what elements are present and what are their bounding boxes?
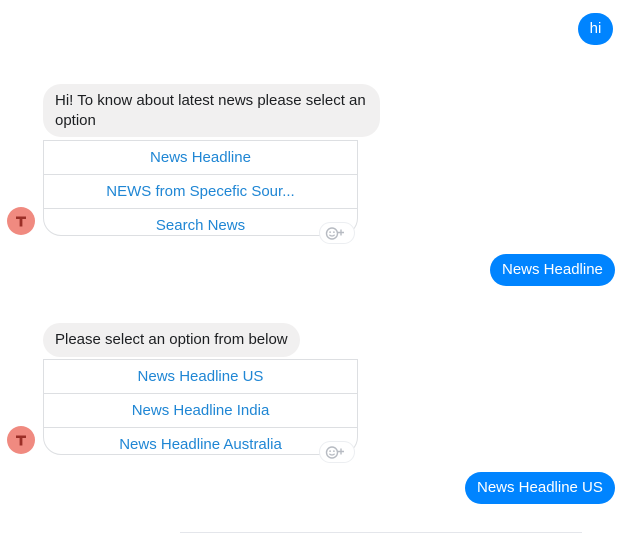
bot-avatar[interactable]	[7, 426, 35, 454]
bot-avatar-letter-icon	[16, 216, 26, 227]
user-message-news-headline: News Headline	[490, 254, 615, 286]
smiley-plus-icon	[325, 446, 344, 459]
option-news-headline-us[interactable]: News Headline US	[44, 360, 357, 394]
smiley-plus-icon	[325, 227, 344, 240]
bot-avatar-letter-icon	[16, 435, 26, 446]
option-search-news[interactable]: Search News	[44, 209, 357, 235]
option-news-from-specific-source[interactable]: NEWS from Specefic Sour...	[44, 175, 357, 209]
user-message-news-headline-us: News Headline US	[465, 472, 615, 504]
quick-replies-headlines: News Headline US News Headline India New…	[43, 359, 358, 455]
option-news-headline-australia[interactable]: News Headline Australia	[44, 428, 357, 454]
bot-message-welcome: Hi! To know about latest news please sel…	[43, 84, 380, 137]
quick-replies-main: News Headline NEWS from Specefic Sour...…	[43, 140, 358, 236]
bot-avatar[interactable]	[7, 207, 35, 235]
bot-message-select-option: Please select an option from below	[43, 323, 300, 357]
option-news-headline-india[interactable]: News Headline India	[44, 394, 357, 428]
option-news-headline[interactable]: News Headline	[44, 141, 357, 175]
reaction-button[interactable]	[320, 223, 354, 243]
chat-thread: hi Hi! To know about latest news please …	[0, 0, 641, 534]
partial-message-edge	[180, 532, 582, 533]
user-message-hi: hi	[578, 13, 613, 45]
reaction-button[interactable]	[320, 442, 354, 462]
